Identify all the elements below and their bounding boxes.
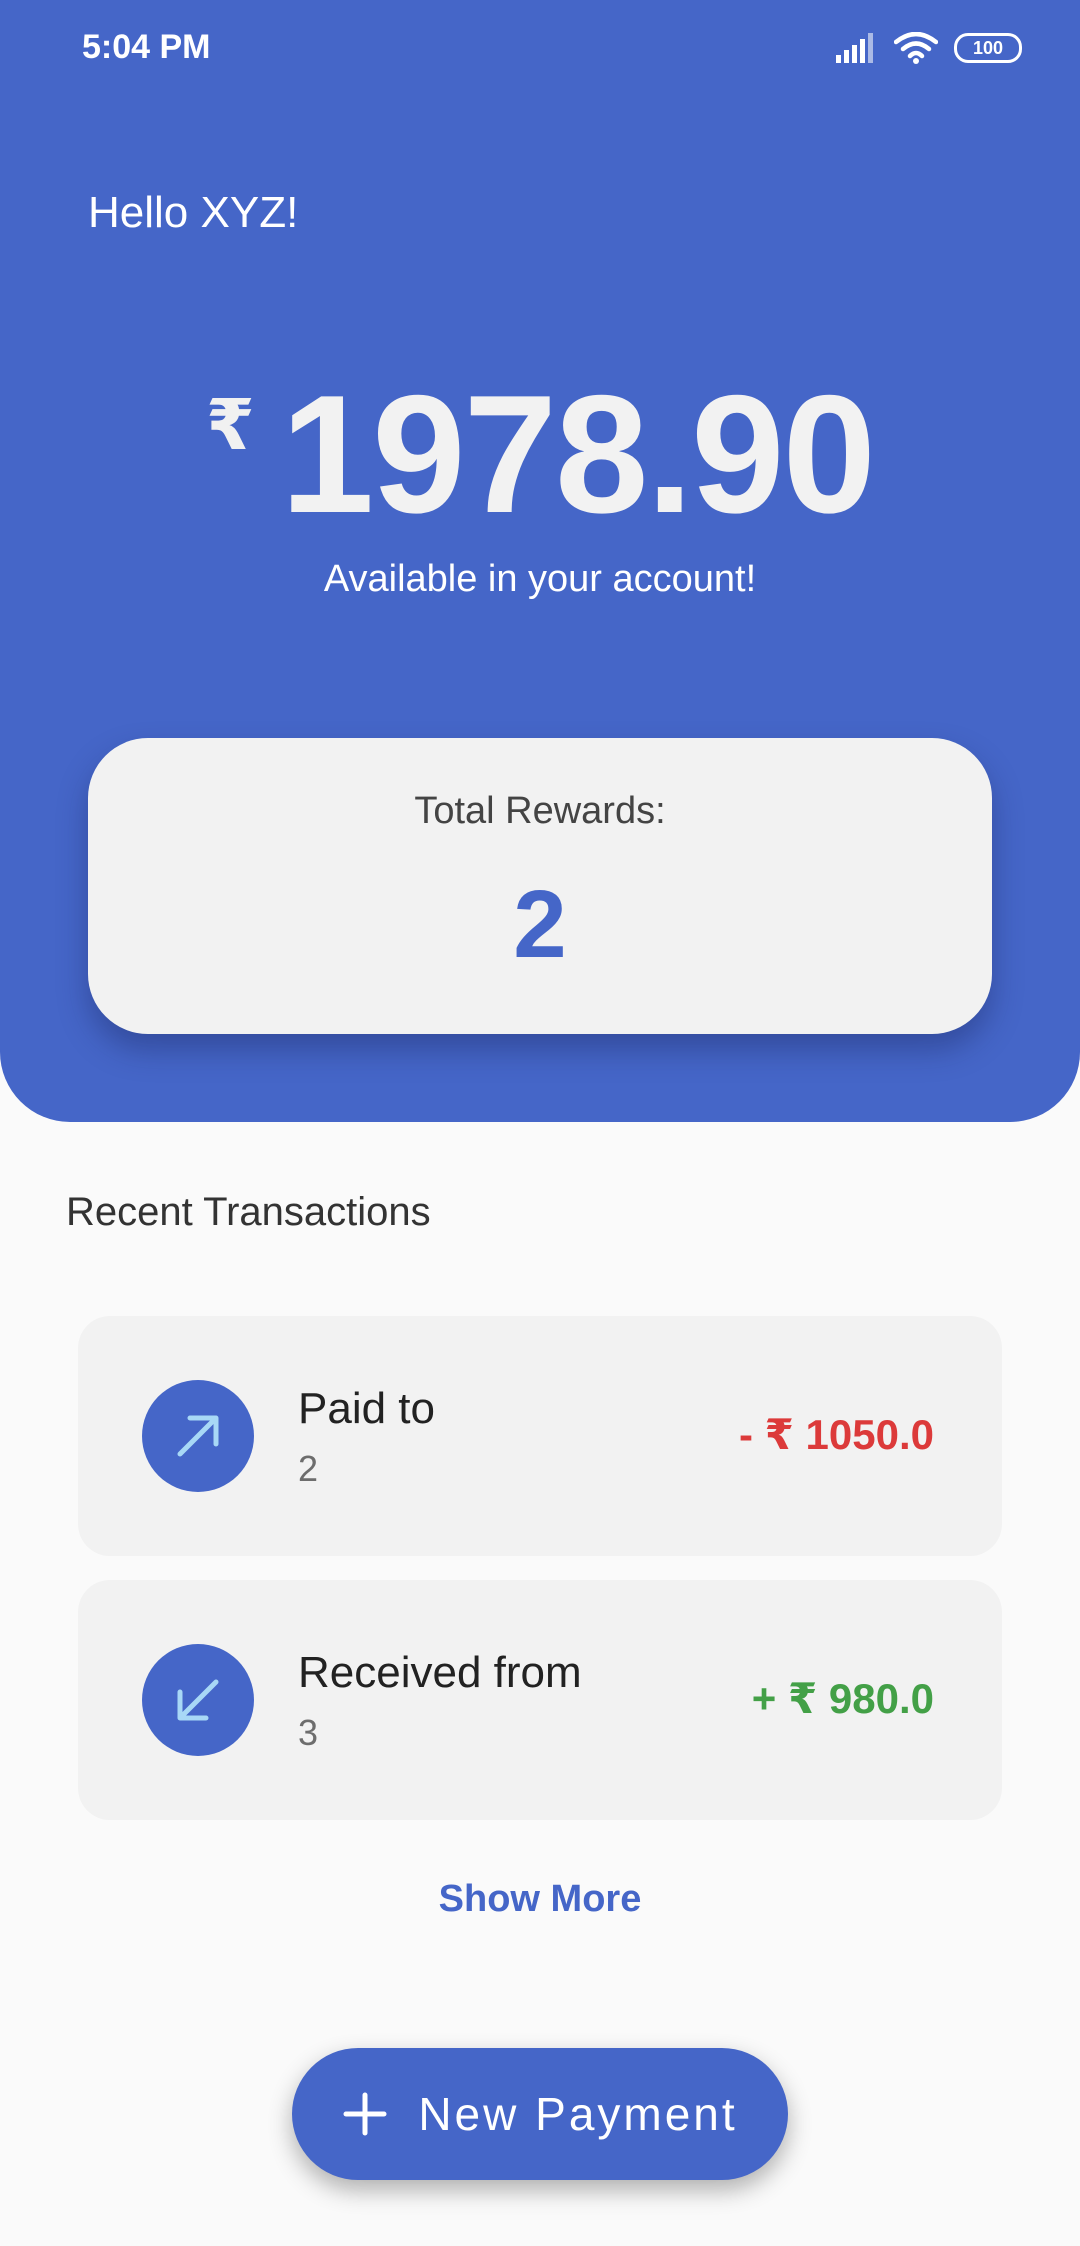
recent-transactions-title: Recent Transactions — [66, 1190, 431, 1234]
balance-header: 5:04 PM 100 Hello XYZ! ₹ 1978.90 Availab… — [0, 0, 1080, 1122]
currency-symbol: ₹ — [206, 386, 255, 464]
transaction-subtitle: 2 — [298, 1448, 319, 1489]
status-icons: 100 — [836, 28, 1022, 68]
balance-display: ₹ 1978.90 — [0, 370, 1080, 538]
status-bar: 5:04 PM 100 — [0, 0, 1080, 96]
transaction-title: Received from — [298, 1648, 582, 1697]
wifi-icon — [894, 32, 938, 64]
new-payment-label: New Payment — [418, 2088, 738, 2140]
rewards-value: 2 — [513, 871, 567, 978]
transaction-amount: - ₹ 1050.0 — [738, 1411, 934, 1458]
transaction-amount: + ₹ 980.0 — [751, 1675, 934, 1722]
arrow-down-left-icon — [142, 1644, 254, 1756]
rewards-label: Total Rewards: — [414, 790, 666, 832]
new-payment-button[interactable]: New Payment — [292, 2048, 788, 2180]
balance-amount: 1978.90 — [280, 360, 876, 548]
transaction-subtitle: 3 — [298, 1712, 319, 1753]
plus-icon — [343, 2092, 387, 2136]
greeting-text: Hello XYZ! — [88, 188, 299, 237]
transaction-title: Paid to — [298, 1384, 435, 1433]
signal-icon — [836, 33, 873, 63]
balance-caption: Available in your account! — [323, 558, 757, 600]
battery-icon: 100 — [954, 33, 1022, 63]
arrow-up-right-icon — [142, 1380, 254, 1492]
show-more-button[interactable]: Show More — [0, 1878, 1080, 1921]
app-screen: 5:04 PM 100 Hello XYZ! ₹ 1978.90 Availab… — [0, 0, 1080, 2246]
rewards-card[interactable]: Total Rewards: 2 — [88, 738, 992, 1034]
transaction-item[interactable]: Paid to 2 - ₹ 1050.0 — [78, 1316, 1002, 1556]
transaction-item[interactable]: Received from 3 + ₹ 980.0 — [78, 1580, 1002, 1820]
status-time: 5:04 PM — [82, 28, 211, 66]
